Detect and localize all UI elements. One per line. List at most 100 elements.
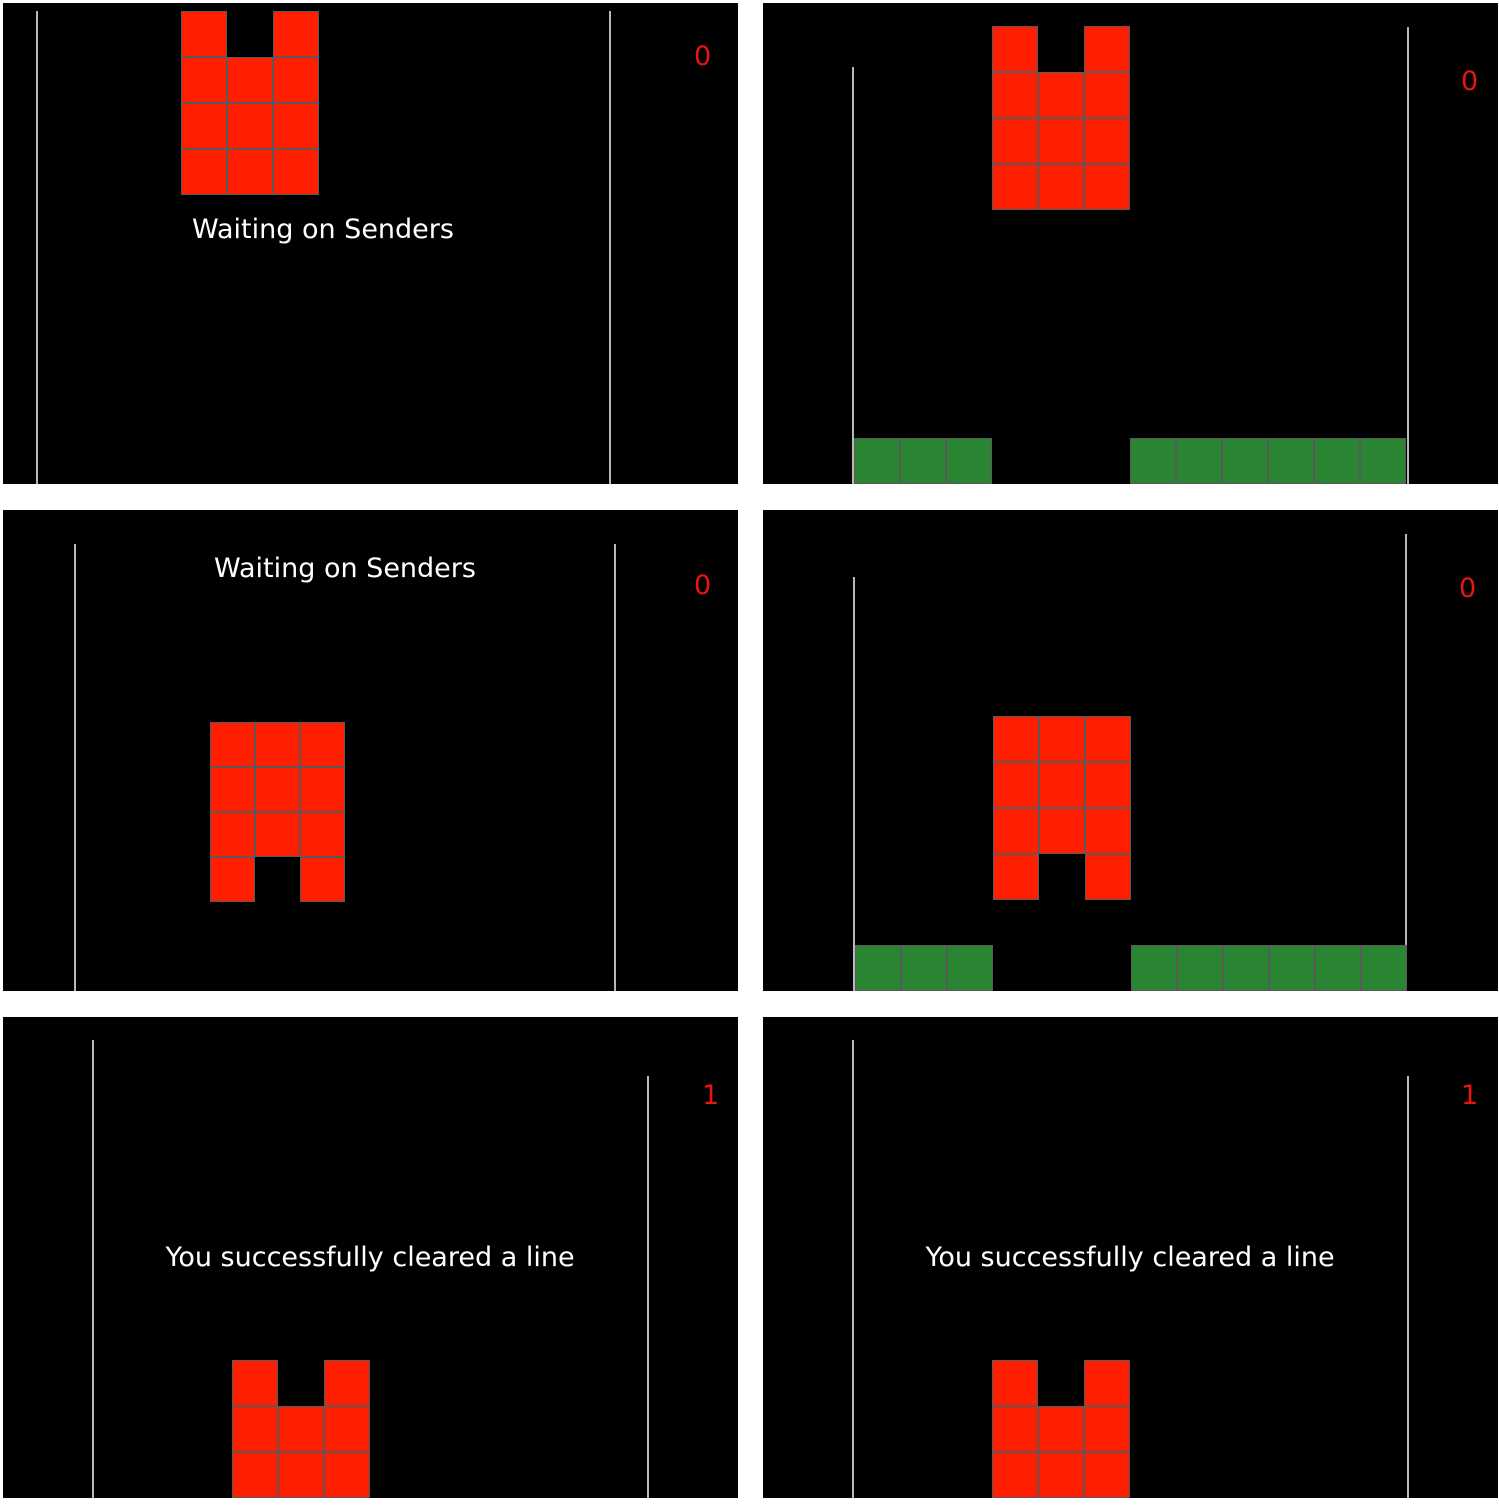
stack-block [1222,438,1268,484]
piece-block [993,762,1039,808]
score-counter: 0 [1459,573,1477,604]
right-wall [1407,1076,1409,1498]
piece-block [210,722,255,767]
piece-block [300,857,345,902]
piece-block [273,149,319,195]
stack-block [946,438,992,484]
piece-block [992,118,1038,164]
piece-block [1084,26,1130,72]
score-counter: 1 [702,1080,720,1111]
stack-block [1315,945,1361,991]
piece-block [210,857,255,902]
stack-block [1177,945,1223,991]
piece-block [181,103,227,149]
game-panel-middle-right: 0 [763,510,1498,991]
piece-block [1084,72,1130,118]
piece-block [1084,1406,1130,1452]
piece-block [1084,1360,1130,1406]
piece-block [232,1406,278,1452]
status-message: Waiting on Senders [214,553,476,584]
piece-block [210,812,255,857]
piece-block [1085,854,1131,900]
piece-block [232,1360,278,1406]
game-panel-top-left: Waiting on Senders 0 [3,3,738,484]
score-counter: 0 [1461,66,1479,97]
right-wall [1405,534,1407,991]
status-message: Waiting on Senders [192,214,454,245]
piece-block [1038,72,1084,118]
piece-block [992,26,1038,72]
piece-block [1039,716,1085,762]
piece-block [1084,118,1130,164]
stack-block [1130,438,1176,484]
stack-block [1176,438,1222,484]
piece-block [992,1360,1038,1406]
right-wall [1407,27,1409,484]
stack-block [900,438,946,484]
piece-block [992,164,1038,210]
game-panel-middle-left: Waiting on Senders 0 [3,510,738,991]
stack-block [1314,438,1360,484]
piece-block [1085,762,1131,808]
left-wall [853,577,855,991]
stack-block [1268,438,1314,484]
piece-block [993,716,1039,762]
piece-block [1039,762,1085,808]
game-panel-bottom-left: You successfully cleared a line 1 [3,1017,738,1498]
piece-block [278,1406,324,1452]
piece-block [324,1360,370,1406]
piece-block [300,767,345,812]
left-wall [36,11,38,484]
status-message: You successfully cleared a line [925,1242,1335,1273]
stack-block [855,945,901,991]
right-wall [647,1076,649,1498]
piece-block [278,1452,324,1498]
stack-block [854,438,900,484]
piece-block [255,722,300,767]
right-wall [609,11,611,484]
piece-block [300,722,345,767]
status-message: You successfully cleared a line [165,1242,575,1273]
piece-block [1084,1452,1130,1498]
game-panel-top-right: 0 [763,3,1498,484]
piece-block [324,1452,370,1498]
left-wall [92,1040,94,1498]
score-counter: 0 [694,570,712,601]
piece-block [993,808,1039,854]
piece-block [181,11,227,57]
piece-block [1038,1406,1084,1452]
left-wall [74,544,76,991]
piece-block [1084,164,1130,210]
game-panel-bottom-right: You successfully cleared a line 1 [763,1017,1498,1498]
piece-block [1039,808,1085,854]
piece-block [255,767,300,812]
left-wall [852,1040,854,1498]
piece-block [273,57,319,103]
piece-block [1038,164,1084,210]
stack-block [1131,945,1177,991]
piece-block [181,149,227,195]
piece-block [1085,716,1131,762]
right-wall [614,544,616,991]
piece-block [992,1406,1038,1452]
piece-block [1038,1452,1084,1498]
piece-block [227,149,273,195]
piece-block [232,1452,278,1498]
piece-block [993,854,1039,900]
score-counter: 0 [694,41,712,72]
stack-block [1360,438,1406,484]
stack-block [1361,945,1407,991]
score-counter: 1 [1461,1080,1479,1111]
piece-block [1085,808,1131,854]
stack-block [1269,945,1315,991]
piece-block [992,72,1038,118]
stack-block [1223,945,1269,991]
piece-block [1038,118,1084,164]
piece-block [992,1452,1038,1498]
piece-block [227,103,273,149]
piece-block [210,767,255,812]
piece-block [181,57,227,103]
piece-block [255,812,300,857]
piece-block [300,812,345,857]
piece-block [273,103,319,149]
